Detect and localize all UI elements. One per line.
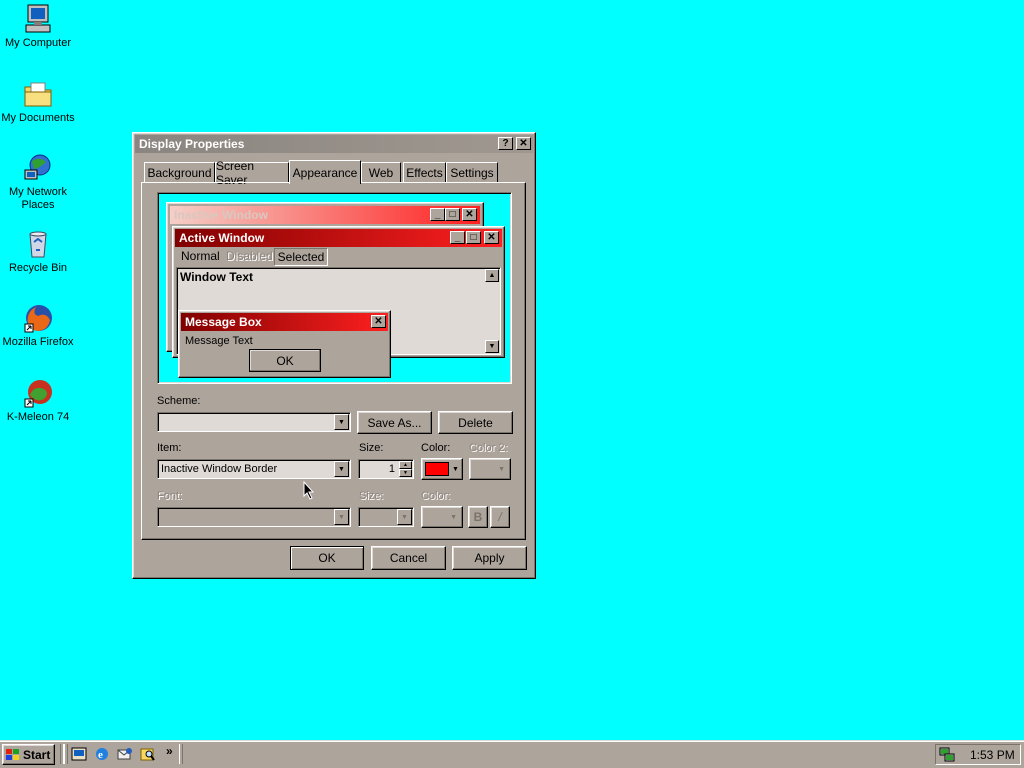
ok-button[interactable]: OK [290, 546, 364, 570]
close-icon: ✕ [371, 315, 386, 328]
start-label: Start [23, 747, 51, 762]
chevron-down-icon: ▼ [452, 465, 459, 473]
desktop-icon-label: My Computer [4, 37, 72, 49]
tab-web[interactable]: Web [361, 162, 401, 182]
item-value: Inactive Window Border [161, 463, 278, 475]
tab-settings[interactable]: Settings [446, 162, 498, 182]
desktop-icon-label: My Documents [1, 112, 75, 124]
size-label: Size: [359, 442, 384, 454]
color-label: Color: [421, 442, 451, 454]
show-desktop-icon[interactable] [71, 746, 87, 762]
italic-button[interactable]: / [490, 506, 510, 528]
minimize-icon: _ [430, 208, 445, 221]
item-label: Item: [157, 442, 182, 454]
desktop-icon-label: My Network Places [8, 186, 68, 211]
close-icon: ✕ [484, 231, 499, 244]
bold-button[interactable]: B [468, 506, 488, 528]
clock[interactable]: 1:53 PM [970, 748, 1015, 762]
color-swatch [425, 462, 450, 476]
menu-disabled: Disabled [226, 249, 273, 263]
firefox-icon [22, 302, 54, 334]
delete-button[interactable]: Delete [438, 411, 513, 434]
apply-button[interactable]: Apply [452, 546, 527, 570]
font-label: Font: [157, 490, 183, 502]
scroll-down-icon: ▼ [485, 340, 499, 353]
k-meleon-icon [22, 377, 54, 409]
taskbar-grip [179, 744, 183, 764]
desktop-icon-label: K-Meleon 74 [6, 411, 70, 423]
font-color-button[interactable]: ▼ [421, 506, 463, 528]
dialog-title: Display Properties [139, 137, 245, 151]
network-icon [22, 152, 54, 184]
maximize-icon: □ [466, 231, 481, 244]
folder-icon [22, 78, 54, 110]
quicklaunch-grip [64, 744, 68, 764]
font-select[interactable]: ▼ [157, 507, 351, 527]
dialog-title-bar[interactable]: Display Properties [135, 135, 533, 153]
color2-label: Color 2: [469, 442, 508, 454]
chevron-down-icon: ▼ [450, 513, 457, 521]
color-picker-button[interactable]: ▼ [421, 458, 463, 480]
desktop-icon-label: Recycle Bin [8, 262, 68, 274]
chevron-down-icon[interactable]: ▼ [397, 509, 412, 525]
help-button[interactable]: ? [498, 137, 513, 150]
chevron-down-icon[interactable]: ▼ [334, 414, 349, 430]
quicklaunch-more-icon[interactable]: » [166, 744, 173, 758]
menu-selected: Selected [274, 248, 328, 266]
desktop-icon-firefox[interactable]: Mozilla Firefox [0, 302, 76, 349]
windows-logo-icon [5, 748, 21, 762]
search-icon[interactable] [140, 746, 156, 762]
item-select[interactable]: Inactive Window Border ▼ [157, 459, 351, 479]
scheme-label: Scheme: [157, 395, 201, 407]
font-color-label: Color: [421, 490, 451, 502]
window-text: Window Text [180, 270, 253, 284]
font-size-label: Size: [359, 490, 384, 502]
msgbox-title-bar: Message Box [181, 313, 388, 331]
close-button[interactable]: ✕ [516, 137, 531, 150]
desktop-icon-my-computer[interactable]: My Computer [0, 3, 76, 50]
internet-explorer-icon[interactable]: e [94, 746, 110, 762]
mouse-cursor-icon [303, 480, 315, 504]
inactive-title: Inactive Window [174, 208, 268, 222]
desktop-icon-network-places[interactable]: My Network Places [0, 152, 76, 212]
msgbox-text: Message Text [185, 335, 253, 347]
outlook-express-icon[interactable] [117, 746, 133, 762]
spin-down-icon[interactable]: ▼ [399, 469, 412, 477]
save-as-button[interactable]: Save As... [357, 411, 432, 434]
tab-background[interactable]: Background [144, 162, 215, 182]
scheme-select[interactable]: ▼ [157, 412, 351, 432]
spin-up-icon[interactable]: ▲ [399, 461, 412, 469]
scroll-up-icon: ▲ [485, 269, 499, 282]
start-button[interactable]: Start [2, 744, 55, 765]
svg-text:e: e [98, 749, 103, 761]
computer-icon [22, 3, 54, 35]
desktop-icon-k-meleon[interactable]: K-Meleon 74 [0, 377, 76, 424]
tab-screen-saver[interactable]: Screen Saver [215, 159, 289, 187]
msgbox-ok-button: OK [249, 349, 321, 372]
tab-appearance[interactable]: Appearance [289, 160, 361, 184]
close-icon: ✕ [462, 208, 477, 221]
active-title: Active Window [179, 231, 265, 245]
size-value: 1 [388, 463, 395, 475]
chevron-down-icon[interactable]: ▼ [334, 509, 349, 525]
preview-scrollbar: ▲ ▼ [485, 269, 499, 353]
desktop-icon-my-documents[interactable]: My Documents [0, 78, 76, 125]
cancel-button[interactable]: Cancel [371, 546, 446, 570]
network-tray-icon[interactable] [939, 746, 955, 762]
preview-message-box: Message Box ✕ Message Text OK [178, 310, 391, 378]
msgbox-title: Message Box [185, 315, 262, 329]
chevron-down-icon: ▼ [498, 465, 505, 473]
recycle-bin-icon [22, 228, 54, 260]
maximize-icon: □ [445, 208, 460, 221]
minimize-icon: _ [450, 231, 465, 244]
color2-picker-button[interactable]: ▼ [469, 458, 511, 480]
chevron-down-icon[interactable]: ▼ [334, 461, 349, 477]
size-spinner[interactable]: 1 ▲ ▼ [358, 459, 414, 479]
font-size-select[interactable]: ▼ [358, 507, 414, 527]
desktop-icon-label: Mozilla Firefox [2, 336, 74, 348]
menu-normal: Normal [181, 249, 220, 263]
tab-effects[interactable]: Effects [403, 162, 446, 182]
desktop-icon-recycle-bin[interactable]: Recycle Bin [0, 228, 76, 275]
